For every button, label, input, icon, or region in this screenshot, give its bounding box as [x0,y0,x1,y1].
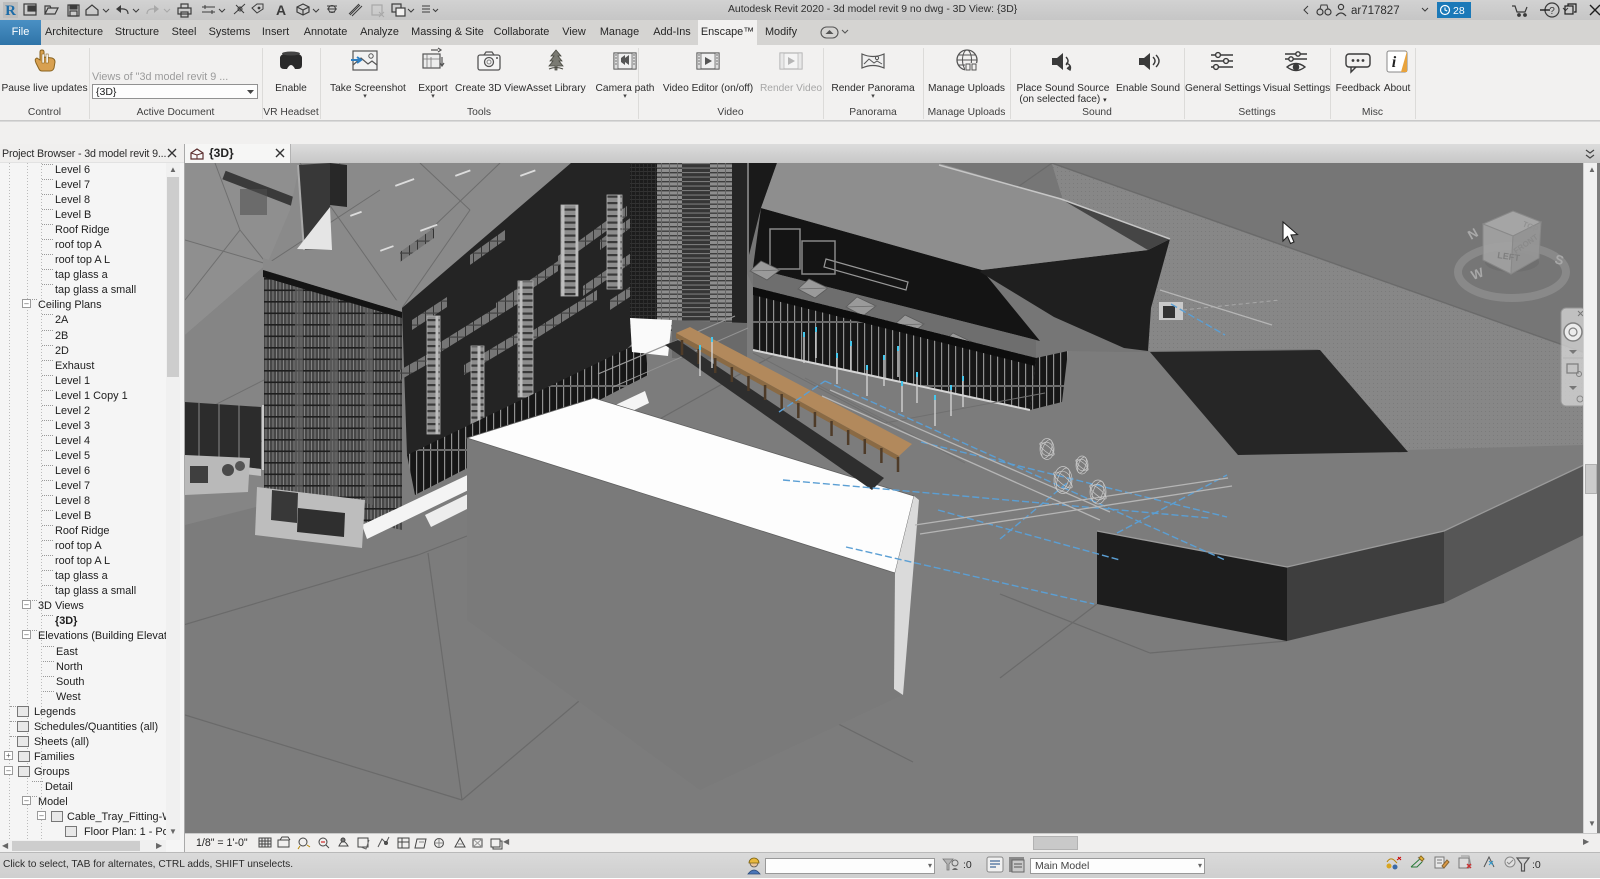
svg-text:28: 28 [1453,5,1465,17]
svg-text:R: R [5,3,16,19]
svg-text:A: A [276,2,286,18]
svg-text:i: i [1392,54,1397,71]
svg-text:ar717827: ar717827 [1351,5,1400,17]
